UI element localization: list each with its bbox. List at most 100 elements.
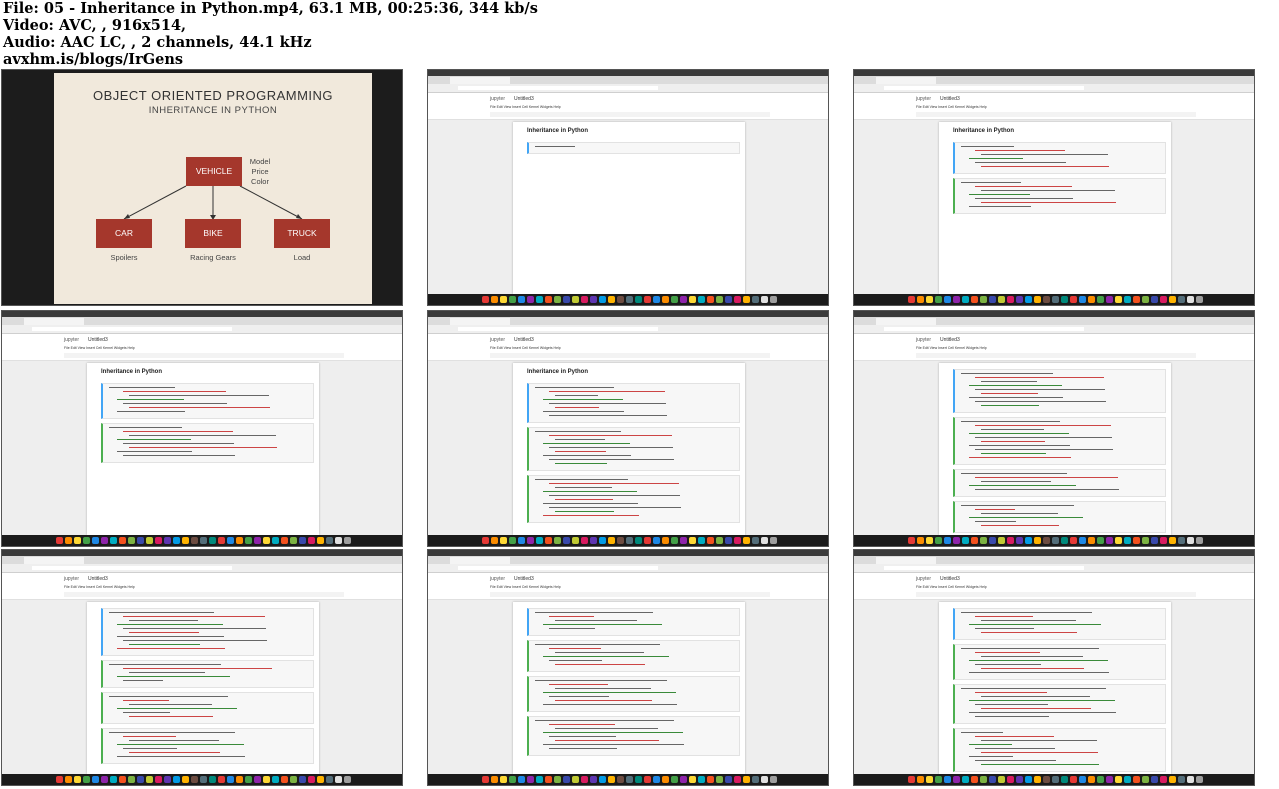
dock-app-icon — [670, 296, 678, 303]
dock-app-icon — [1150, 537, 1158, 544]
car-box: CAR — [96, 219, 152, 248]
dock-app-icon — [535, 296, 543, 303]
jupyter-logo: jupyter — [490, 96, 506, 102]
dock-app-icon — [697, 296, 705, 303]
dock-app-icon — [598, 296, 606, 303]
code-line — [975, 664, 1041, 666]
code-line — [981, 453, 1046, 455]
notebook-menu: File Edit View Insert Cell Kernel Widget… — [490, 346, 561, 350]
code-line — [969, 700, 1115, 702]
dock-app-icon — [769, 296, 777, 303]
dock-app-icon — [1087, 296, 1095, 303]
code-line — [549, 696, 609, 698]
browser-urlbar — [428, 84, 828, 93]
code-line — [535, 612, 653, 614]
dock-app-icon — [733, 776, 741, 783]
dock-app-icon — [706, 296, 714, 303]
dock-app-icon — [1042, 296, 1050, 303]
dock-app-icon — [970, 296, 978, 303]
notebook-header: jupyter Untitled3 File Edit View Insert Ce… — [2, 334, 402, 361]
os-dock — [2, 774, 402, 785]
os-dock — [428, 774, 828, 785]
code-line — [549, 648, 601, 650]
dock-app-icon — [91, 537, 99, 544]
dock-app-icon — [136, 776, 144, 783]
dock-app-icon — [481, 776, 489, 783]
dock-app-icon — [1060, 776, 1068, 783]
dock-app-icon — [100, 537, 108, 544]
code-line — [969, 517, 1083, 519]
code-line — [535, 479, 628, 481]
dock-app-icon — [1168, 296, 1176, 303]
dock-app-icon — [145, 537, 153, 544]
notebook-header: jupyter Untitled3 File Edit View Insert Ce… — [428, 334, 828, 361]
dock-app-icon — [127, 776, 135, 783]
code-cell — [527, 676, 740, 712]
dock-app-icon — [490, 776, 498, 783]
dock-app-icon — [334, 537, 342, 544]
dock-app-icon — [244, 776, 252, 783]
dock-app-icon — [607, 537, 615, 544]
code-line — [123, 403, 227, 405]
dock-app-icon — [82, 537, 90, 544]
code-line — [117, 676, 230, 678]
browser-urlbar — [854, 325, 1254, 334]
code-line — [961, 648, 1099, 650]
notebook-title: Untitled3 — [940, 337, 960, 343]
code-cell — [953, 501, 1166, 533]
code-line — [969, 206, 1031, 208]
bike-note: Racing Gears — [190, 253, 236, 262]
notebook-menu: File Edit View Insert Cell Kernel Widget… — [490, 585, 561, 589]
notebook-title: Untitled3 — [514, 96, 534, 102]
dock-app-icon — [625, 296, 633, 303]
code-line — [969, 712, 1116, 714]
dock-app-icon — [1186, 537, 1194, 544]
code-line — [981, 740, 1097, 742]
dock-app-icon — [988, 776, 996, 783]
dock-app-icon — [136, 537, 144, 544]
dock-app-icon — [190, 537, 198, 544]
code-line — [975, 425, 1111, 427]
dock-app-icon — [190, 776, 198, 783]
dock-app-icon — [679, 537, 687, 544]
dock-app-icon — [262, 537, 270, 544]
dock-app-icon — [670, 776, 678, 783]
dock-app-icon — [526, 296, 534, 303]
browser-tabbar — [428, 556, 828, 564]
dock-app-icon — [1150, 776, 1158, 783]
car-note: Spoilers — [110, 253, 138, 262]
notebook-menu: File Edit View Insert Cell Kernel Widget… — [916, 105, 987, 109]
notebook-page: Inheritance in Python — [513, 363, 745, 535]
code-line — [123, 748, 177, 750]
dock-app-icon — [688, 776, 696, 783]
code-line — [549, 483, 679, 485]
code-line — [129, 752, 220, 754]
notebook-toolbar — [64, 353, 344, 358]
code-line — [975, 401, 1106, 403]
video-info-header: File: 05 - Inheritance in Python.mp4, 63… — [0, 0, 1279, 68]
code-line — [975, 477, 1118, 479]
dock-app-icon — [652, 537, 660, 544]
dock-app-icon — [526, 537, 534, 544]
dock-app-icon — [1177, 296, 1185, 303]
dock-app-icon — [307, 537, 315, 544]
dock-app-icon — [997, 296, 1005, 303]
dock-app-icon — [199, 776, 207, 783]
code-line — [117, 439, 191, 441]
dock-app-icon — [943, 776, 951, 783]
dock-app-icon — [1132, 776, 1140, 783]
dock-app-icon — [760, 296, 768, 303]
code-line — [117, 756, 245, 758]
dock-app-icon — [760, 776, 768, 783]
vehicle-box: VEHICLE — [186, 157, 242, 186]
dock-app-icon — [742, 776, 750, 783]
code-line — [543, 411, 624, 413]
code-line — [109, 427, 182, 429]
dock-app-icon — [1132, 296, 1140, 303]
notebook-menu: File Edit View Insert Cell Kernel Widget… — [916, 585, 987, 589]
dock-app-icon — [661, 296, 669, 303]
dock-app-icon — [1087, 776, 1095, 783]
dock-app-icon — [715, 296, 723, 303]
notebook-header: jupyter Untitled3 File Edit View Insert Ce… — [428, 93, 828, 120]
dock-app-icon — [643, 537, 651, 544]
